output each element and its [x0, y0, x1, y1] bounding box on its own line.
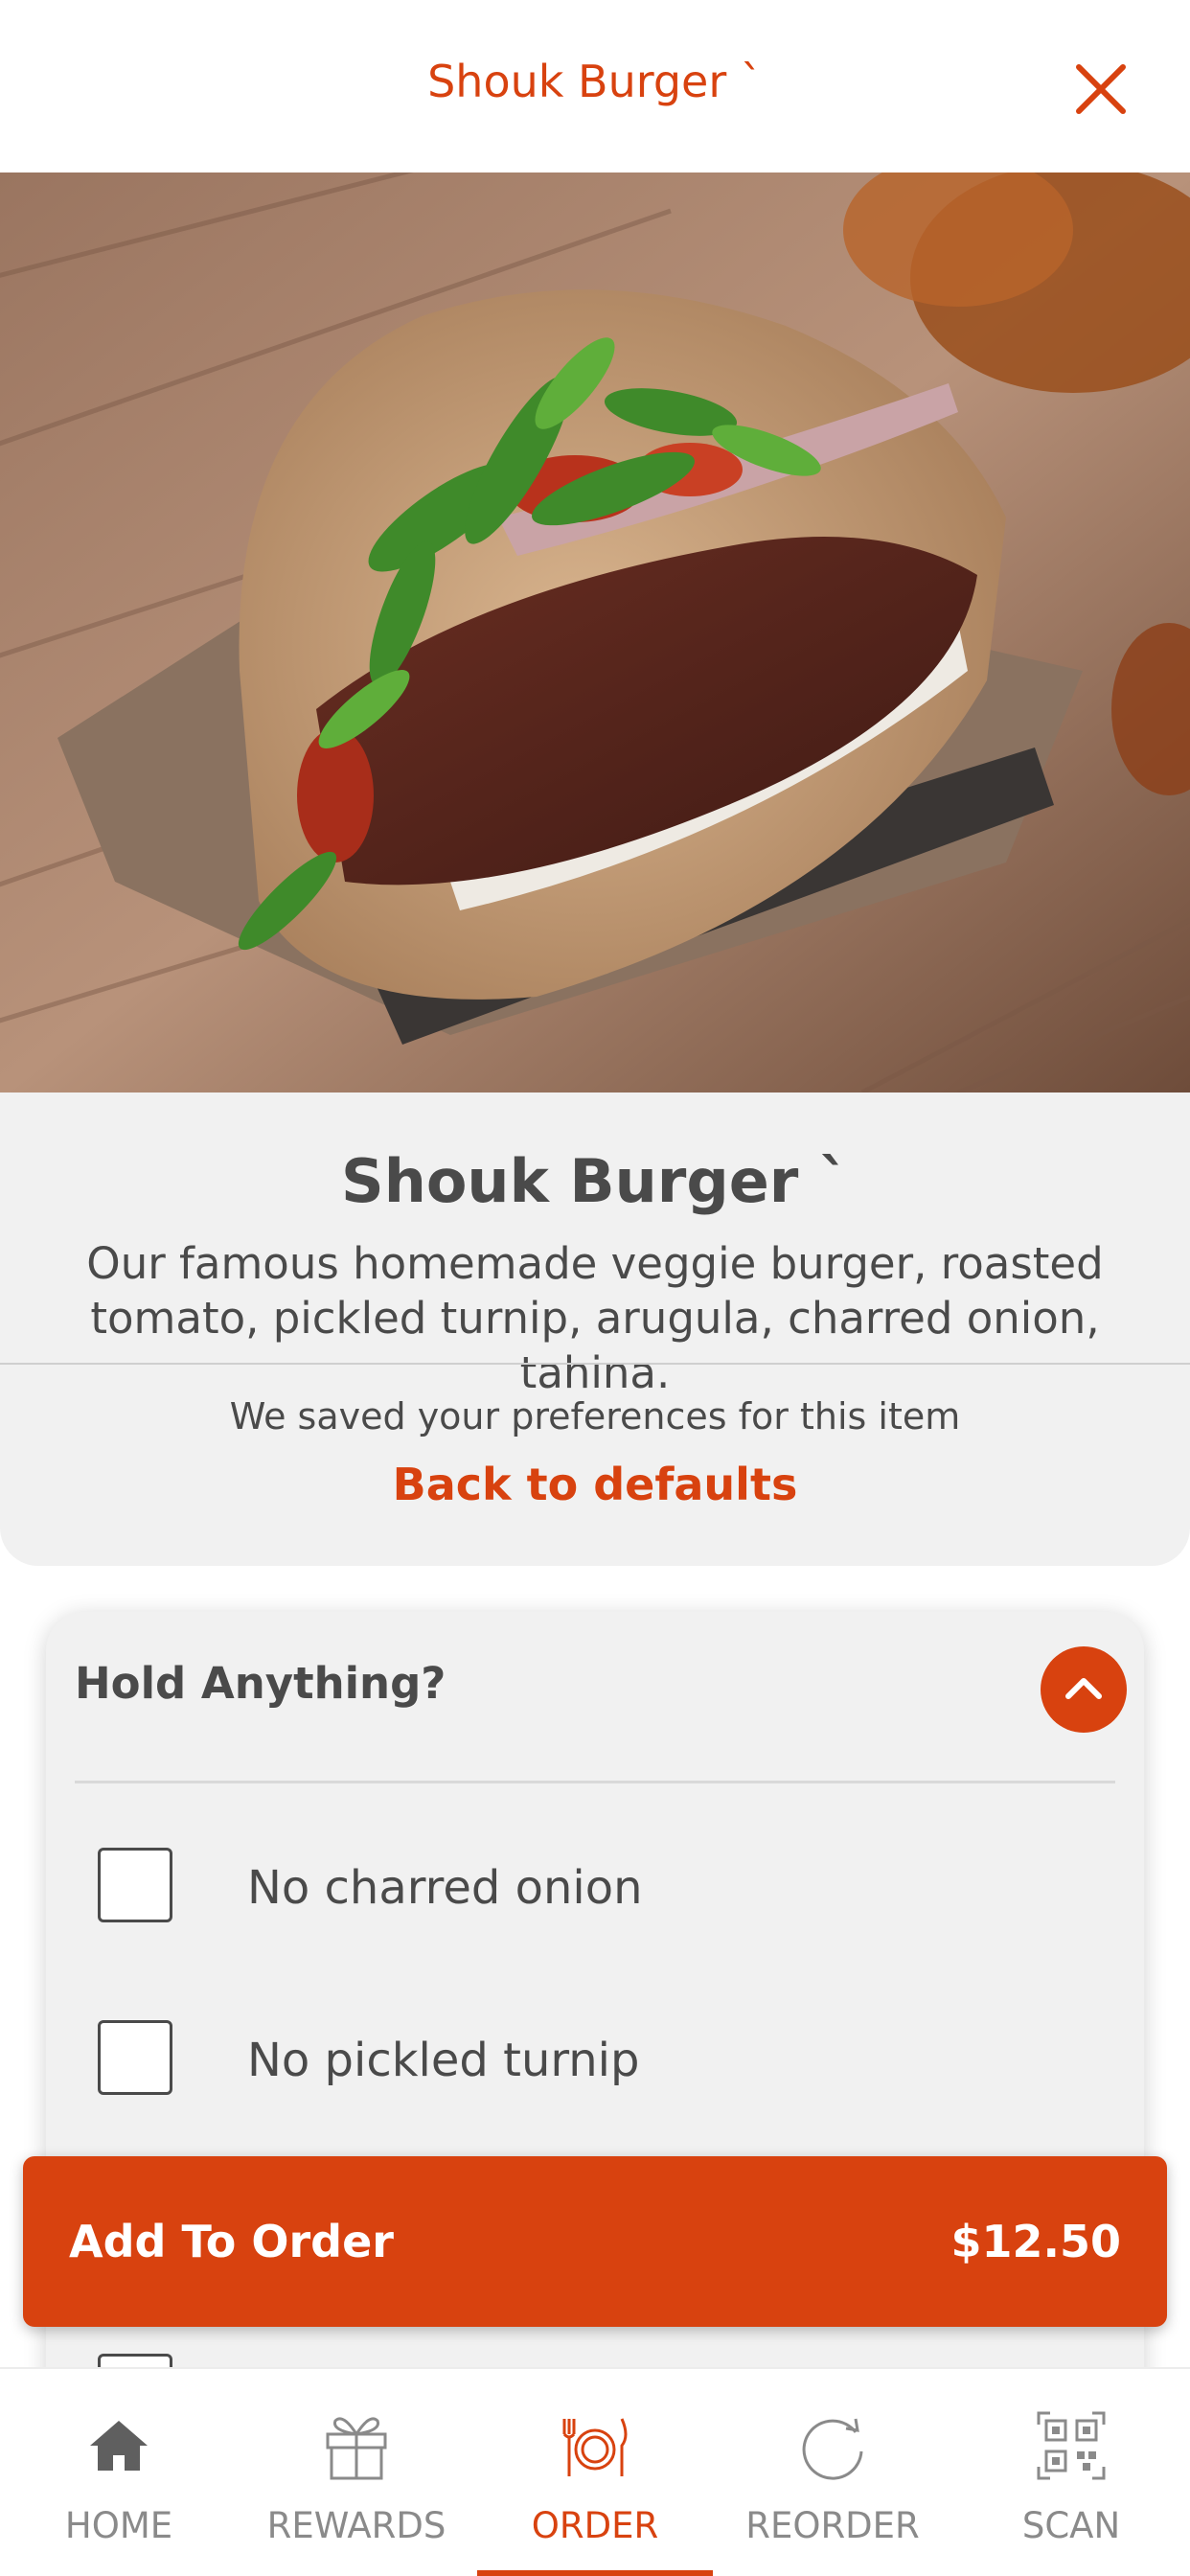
nav-label: REORDER: [745, 2505, 920, 2546]
options-section-title: Hold Anything?: [75, 1658, 446, 1709]
plate-cutlery-icon: [562, 2418, 628, 2476]
active-tab-indicator: [477, 2570, 713, 2576]
nav-label: ORDER: [531, 2505, 659, 2546]
option-no-pickled-turnip[interactable]: No pickled turnip: [98, 2007, 864, 2103]
gift-icon: [326, 2417, 387, 2480]
divider: [0, 1363, 1190, 1365]
item-description: Our famous homemade veggie burger, roast…: [86, 1238, 1104, 1398]
refresh-icon: [802, 2418, 863, 2480]
close-button[interactable]: [1067, 56, 1134, 123]
nav-item-rewards[interactable]: REWARDS: [238, 2369, 475, 2576]
nav-label: HOME: [64, 2505, 173, 2546]
header: Shouk Burger `: [0, 0, 1190, 172]
add-to-order-button[interactable]: Add To Order $12.50: [23, 2156, 1167, 2327]
qr-code-icon: [1037, 2411, 1106, 2480]
checkbox[interactable]: [98, 2020, 172, 2095]
bottom-navigation: HOME REWARDS ORDER REORDER SCAN: [0, 2367, 1190, 2576]
hold-anything-card: Hold Anything? No charred onion No pickl…: [46, 1612, 1144, 2474]
item-info-panel: Shouk Burger ` Our famous homemade veggi…: [0, 1092, 1190, 1566]
nav-label: SCAN: [1021, 2505, 1121, 2546]
close-icon: [1076, 64, 1126, 114]
nav-item-reorder[interactable]: REORDER: [714, 2369, 951, 2576]
option-no-charred-onion[interactable]: No charred onion: [98, 1834, 864, 1930]
collapse-section-button[interactable]: [1041, 1646, 1127, 1733]
item-image: [0, 172, 1190, 1092]
saved-preferences-text: We saved your preferences for this item: [229, 1395, 961, 1438]
order-price: $12.50: [950, 2216, 1121, 2267]
add-to-order-label: Add To Order: [69, 2216, 394, 2267]
chevron-up-icon: [1065, 1678, 1102, 1699]
checkbox[interactable]: [98, 1848, 172, 1922]
nav-item-home[interactable]: HOME: [0, 2369, 238, 2576]
header-title: Shouk Burger `: [427, 56, 763, 107]
nav-item-order[interactable]: ORDER: [476, 2369, 714, 2576]
divider: [75, 1781, 1115, 1783]
nav-label: REWARDS: [266, 2505, 446, 2546]
option-label: No charred onion: [247, 1861, 643, 1915]
item-title: Shouk Burger `: [341, 1146, 849, 1216]
back-to-defaults-link[interactable]: Back to defaults: [0, 1459, 1190, 1510]
home-icon: [90, 2421, 148, 2471]
nav-item-scan[interactable]: SCAN: [952, 2369, 1190, 2576]
option-label: No pickled turnip: [247, 2034, 640, 2087]
